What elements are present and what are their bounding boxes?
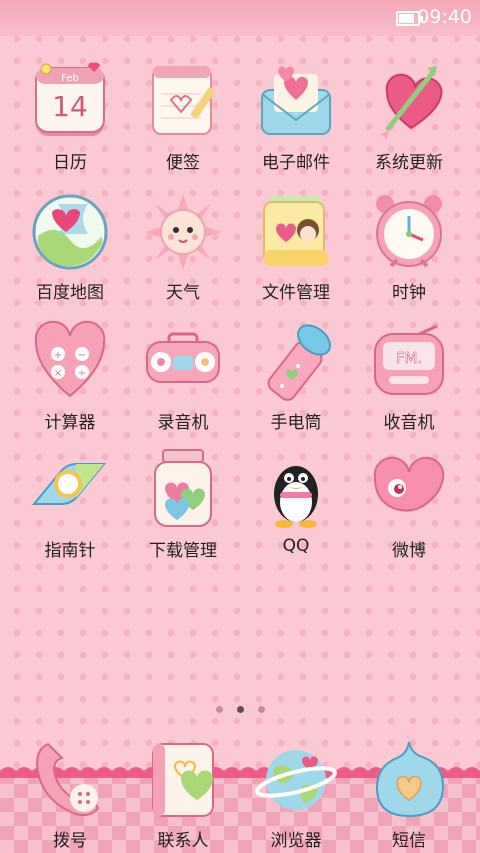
flashlight-icon bbox=[254, 320, 338, 404]
svg-text:+: + bbox=[54, 350, 62, 361]
globe-icon bbox=[254, 738, 338, 822]
app-downloads[interactable]: 下载管理 bbox=[123, 448, 243, 561]
app-email[interactable]: 电子邮件 bbox=[236, 60, 356, 173]
app-recorder[interactable]: 录音机 bbox=[123, 320, 243, 433]
app-label: 计算器 bbox=[44, 413, 96, 433]
app-label: 系统更新 bbox=[375, 153, 443, 173]
app-label: 浏览器 bbox=[270, 831, 322, 851]
cassette-player-icon bbox=[141, 320, 225, 404]
app-notes[interactable]: 便签 bbox=[123, 60, 243, 173]
battery-level bbox=[399, 14, 415, 23]
calendar-month: Feb bbox=[61, 73, 79, 84]
dock-sms[interactable]: 短信 bbox=[349, 738, 469, 851]
app-label: 联系人 bbox=[157, 831, 209, 851]
svg-text:÷: ÷ bbox=[78, 368, 86, 379]
contacts-book-icon bbox=[141, 738, 225, 822]
status-time: 09:40 bbox=[417, 6, 472, 28]
heart-arrow-icon bbox=[367, 60, 451, 144]
app-compass[interactable]: 指南针 bbox=[10, 448, 130, 561]
calendar-day: 14 bbox=[52, 90, 88, 123]
app-weibo[interactable]: 微博 bbox=[349, 448, 469, 561]
penguin-icon bbox=[254, 448, 338, 532]
app-label: 天气 bbox=[166, 283, 200, 303]
app-label: 百度地图 bbox=[36, 283, 104, 303]
svg-text:×: × bbox=[54, 368, 62, 379]
app-flashlight[interactable]: 手电筒 bbox=[236, 320, 356, 433]
app-label: 时钟 bbox=[392, 283, 426, 303]
app-label: 便签 bbox=[166, 153, 200, 173]
app-radio[interactable]: FM. 收音机 bbox=[349, 320, 469, 433]
app-calculator[interactable]: + − × ÷ 计算器 bbox=[10, 320, 130, 433]
app-label: 录音机 bbox=[157, 413, 209, 433]
app-file-manager[interactable]: 文件管理 bbox=[236, 190, 356, 303]
app-clock[interactable]: 时钟 bbox=[349, 190, 469, 303]
calendar-icon: Feb 14 bbox=[28, 60, 112, 144]
app-label: 指南针 bbox=[44, 541, 96, 561]
app-label: 文件管理 bbox=[262, 283, 330, 303]
home-screen: { "status_bar": {"time": "09:40", "batte… bbox=[0, 0, 480, 853]
calculator-icon: + − × ÷ bbox=[28, 320, 112, 404]
app-qq[interactable]: QQ bbox=[236, 448, 356, 556]
page-dot[interactable] bbox=[257, 706, 265, 713]
radio-icon: FM. bbox=[367, 320, 451, 404]
weibo-eye-icon bbox=[367, 448, 451, 532]
app-calendar[interactable]: Feb 14 日历 bbox=[10, 60, 130, 173]
app-label: 短信 bbox=[392, 831, 426, 851]
dock-browser[interactable]: 浏览器 bbox=[236, 738, 356, 851]
status-bar: 09:40 bbox=[0, 0, 480, 36]
radio-display-text: FM. bbox=[396, 349, 422, 367]
svg-text:−: − bbox=[78, 350, 86, 361]
page-dot[interactable] bbox=[215, 706, 223, 713]
app-map[interactable]: 百度地图 bbox=[10, 190, 130, 303]
map-pin-icon bbox=[28, 190, 112, 274]
app-label: QQ bbox=[282, 536, 310, 556]
dock-contacts[interactable]: 联系人 bbox=[123, 738, 243, 851]
page-indicator[interactable] bbox=[0, 698, 480, 717]
app-label: 下载管理 bbox=[149, 541, 217, 561]
envelope-icon bbox=[254, 60, 338, 144]
folder-icon bbox=[254, 190, 338, 274]
sun-icon bbox=[141, 190, 225, 274]
app-system-update[interactable]: 系统更新 bbox=[349, 60, 469, 173]
app-label: 电子邮件 bbox=[262, 153, 330, 173]
message-bubble-icon bbox=[367, 738, 451, 822]
app-label: 手电筒 bbox=[270, 413, 322, 433]
page-dot-active[interactable] bbox=[236, 706, 244, 713]
dock-dialer[interactable]: 拨号 bbox=[10, 738, 130, 851]
app-weather[interactable]: 天气 bbox=[123, 190, 243, 303]
alarm-clock-icon bbox=[367, 190, 451, 274]
notepad-icon bbox=[141, 60, 225, 144]
app-label: 日历 bbox=[53, 153, 87, 173]
compass-icon bbox=[28, 448, 112, 532]
phone-icon bbox=[28, 738, 112, 822]
app-label: 微博 bbox=[392, 541, 426, 561]
app-label: 收音机 bbox=[383, 413, 435, 433]
jar-icon bbox=[141, 448, 225, 532]
app-label: 拨号 bbox=[53, 831, 87, 851]
